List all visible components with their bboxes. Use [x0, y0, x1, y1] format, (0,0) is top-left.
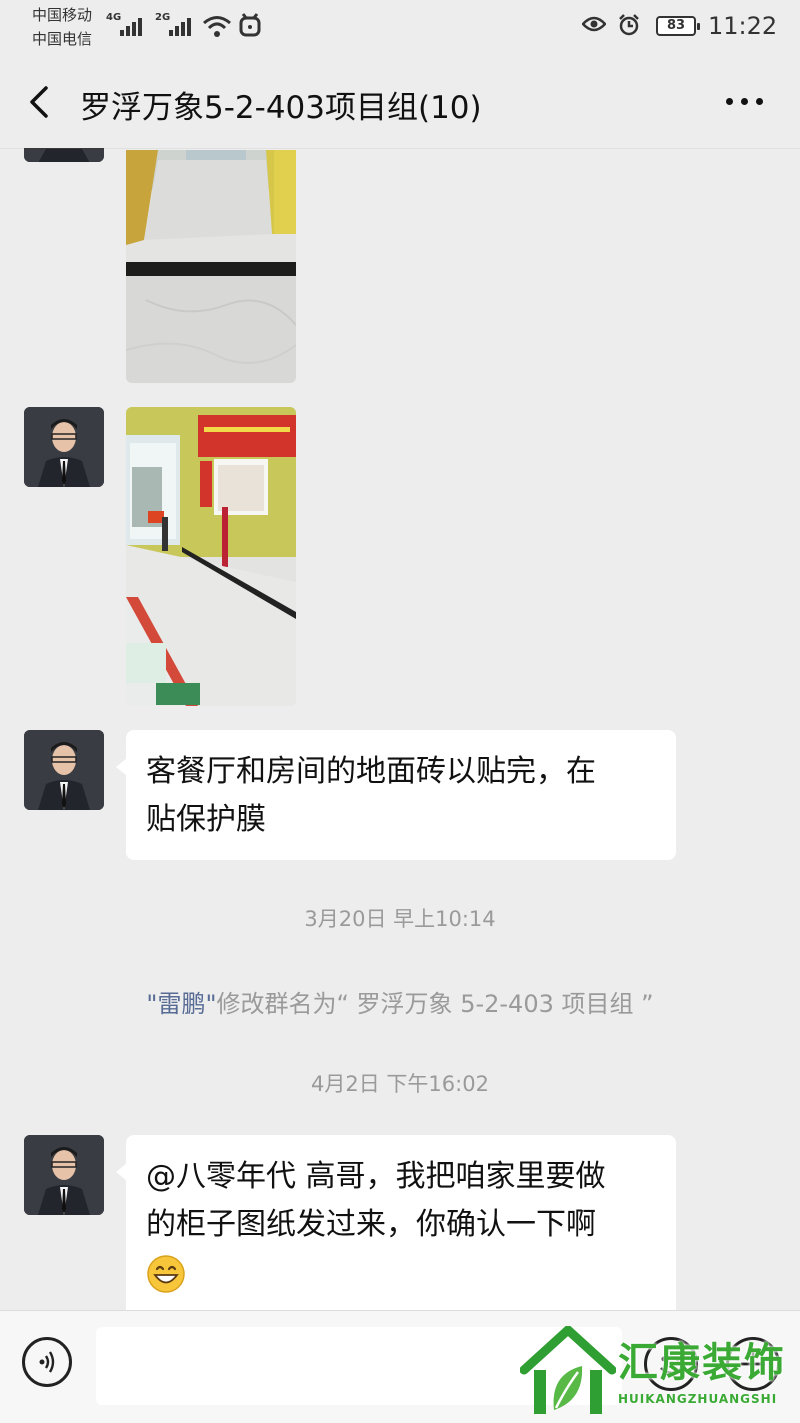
alarm-icon [619, 14, 639, 36]
clock: 11:22 [708, 12, 778, 40]
network-type-2: 2G [155, 12, 171, 23]
house-leaf-logo-icon [520, 1326, 616, 1414]
signal-2-icon: 2G [155, 12, 197, 36]
watermark-pinyin: HUIKANGZHUANGSHI [618, 1392, 778, 1406]
avatar[interactable] [24, 407, 104, 487]
signal-1-icon: 4G [106, 12, 148, 36]
message-text-line: @八零年代 高哥，我把咱家里要做 [146, 1159, 606, 1194]
system-message: "雷鹏"修改群名为“ 罗浮万象 5-2-403 项目组 ” [0, 984, 800, 1019]
wifi-icon [203, 16, 231, 37]
avatar[interactable] [24, 730, 104, 810]
room-photo[interactable] [126, 407, 296, 706]
message-text-line: 的柜子图纸发过来，你确认一下啊 [146, 1207, 596, 1242]
watermark-brand: 汇康装饰 [618, 1340, 786, 1386]
back-arrow-icon[interactable] [26, 84, 56, 120]
timestamp: 3月20日 早上10:14 [304, 907, 496, 931]
message-text-line: 客餐厅和房间的地面砖以贴完，在 [146, 754, 596, 789]
system-message-text: 修改群名为“ 罗浮万象 5-2-403 项目组 ” [216, 990, 654, 1018]
message-text-line: 贴保护膜 [146, 802, 266, 837]
carrier-1-label: 中国移动 [32, 6, 93, 24]
carrier-2-label: 中国电信 [32, 30, 93, 48]
status-bar: 中国移动 中国电信 4G 2G 83 11:22 [0, 0, 800, 56]
brand-watermark: 汇康装饰 HUIKANGZHUANGSHI [520, 1326, 790, 1416]
notification-app-icon [239, 13, 261, 37]
message-bubble[interactable]: @八零年代 高哥，我把咱家里要做 的柜子图纸发过来，你确认一下啊 [116, 1135, 676, 1310]
grin-emoji-icon [147, 1254, 185, 1293]
network-type-1: 4G [106, 12, 122, 23]
chat-title: 罗浮万象5-2-403项目组(10) [80, 90, 482, 126]
timestamp: 4月2日 下午16:02 [311, 1072, 489, 1096]
message-bubble[interactable]: 客餐厅和房间的地面砖以贴完，在 贴保护膜 [116, 730, 676, 860]
voice-icon [39, 1351, 55, 1373]
chat-header: 罗浮万象5-2-403项目组(10) [0, 56, 800, 149]
voice-input-button[interactable] [22, 1337, 72, 1387]
eye-icon [582, 16, 606, 32]
avatar[interactable] [24, 148, 104, 162]
avatar[interactable] [24, 1135, 104, 1215]
floor-tile-photo[interactable] [126, 150, 296, 383]
member-name-link[interactable]: "雷鹏" [146, 990, 216, 1018]
battery-icon: 83 [656, 16, 700, 36]
more-options-icon[interactable] [726, 98, 764, 106]
